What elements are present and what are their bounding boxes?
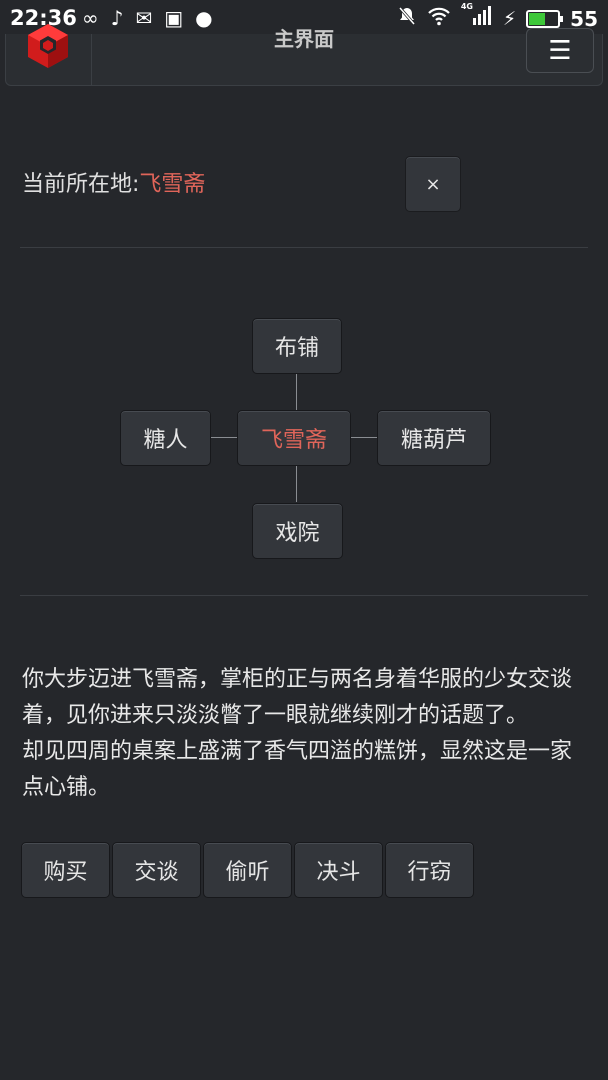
notification-icons: ∞ ♪ ✉ ▣ ● [82, 6, 213, 30]
map-east-button[interactable]: 糖葫芦 [377, 410, 491, 466]
infinity-icon: ∞ [82, 6, 99, 30]
page-title-text: 主界面 [274, 27, 334, 51]
description-paragraph-1: 你大步迈进飞雪斋，掌柜的正与两名身着华服的少女交谈着，见你进来只淡淡瞥了一眼就继… [22, 667, 573, 728]
mute-icon [397, 6, 417, 31]
buy-button[interactable]: 购买 [21, 842, 110, 898]
steal-button[interactable]: 行窃 [385, 842, 474, 898]
battery-icon [526, 9, 564, 28]
page-title: 主界面 [6, 29, 602, 52]
current-location: 当前所在地:飞雪斋 [22, 166, 205, 198]
map-south-label: 戏院 [275, 521, 320, 546]
divider-bottom [20, 595, 588, 596]
duel-button[interactable]: 决斗 [294, 842, 383, 898]
map-north-button[interactable]: 布铺 [252, 318, 342, 374]
chat-icon: ● [195, 6, 213, 30]
eavesdrop-button[interactable]: 偷听 [203, 842, 292, 898]
menu-button[interactable]: ☰ [526, 28, 594, 73]
map-east-label: 糖葫芦 [400, 428, 467, 453]
connector-west [210, 437, 238, 438]
close-icon: × [425, 173, 441, 195]
map-west-label: 糖人 [143, 428, 188, 453]
wifi-icon [427, 6, 451, 31]
action-bar: 购买 交谈 偷听 决斗 行窃 [21, 842, 474, 898]
top-navbar: 主界面 ☰ [5, 24, 603, 86]
network-type-label: 4G [460, 2, 473, 11]
tiktok-icon: ♪ [110, 6, 124, 30]
mail-icon: ✉ [135, 6, 153, 30]
description-paragraph-2: 却见四周的桌案上盛满了香气四溢的糕饼，显然这是一家点心铺。 [22, 739, 573, 800]
map-west-button[interactable]: 糖人 [120, 410, 211, 466]
map-north-label: 布铺 [274, 336, 319, 361]
talk-button[interactable]: 交谈 [112, 842, 201, 898]
signal-icon: 4G [461, 2, 493, 31]
close-button[interactable]: × [405, 156, 461, 212]
location-name: 飞雪斋 [139, 172, 206, 197]
hamburger-icon: ☰ [548, 35, 572, 66]
location-label: 当前所在地: [22, 172, 140, 197]
map-current-button[interactable]: 飞雪斋 [237, 410, 351, 466]
image-icon: ▣ [164, 6, 184, 30]
map-south-button[interactable]: 戏院 [252, 503, 343, 559]
connector-south [296, 466, 297, 502]
connector-east [350, 437, 378, 438]
connector-north [296, 374, 297, 410]
charging-icon: ⚡ [502, 7, 517, 30]
map-current-label: 飞雪斋 [260, 428, 327, 453]
scene-description: 你大步迈进飞雪斋，掌柜的正与两名身着华服的少女交谈着，见你进来只淡淡瞥了一眼就继… [22, 662, 588, 806]
divider-top [20, 247, 588, 248]
battery-level: 55 [570, 6, 598, 31]
